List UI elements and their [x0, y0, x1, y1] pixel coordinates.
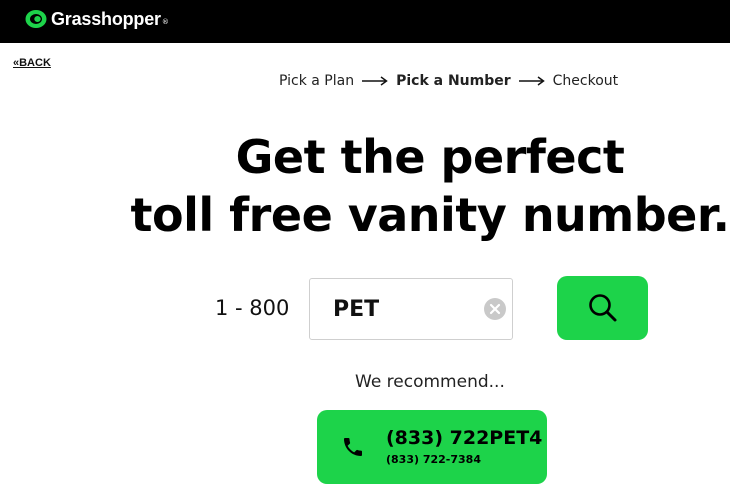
- vanity-number: (833) 722PET4: [386, 427, 543, 449]
- recommended-number-button[interactable]: (833) 722PET4 (833) 722-7384: [317, 410, 547, 484]
- long-arrow-right-icon: [518, 76, 545, 86]
- grasshopper-logo[interactable]: Grasshopper ®: [24, 8, 169, 30]
- back-link[interactable]: «BACK: [13, 57, 51, 69]
- logo-text: Grasshopper: [51, 8, 161, 29]
- step-pick-a-plan: Pick a Plan: [279, 73, 355, 89]
- page-headline: Get the perfect toll free vanity number.: [120, 128, 730, 244]
- toll-free-prefix: 1 - 800: [215, 296, 290, 320]
- checkout-progress-steps: Pick a Plan Pick a Number Checkout: [0, 73, 730, 89]
- headline-line-2: toll free vanity number.: [130, 188, 730, 242]
- vanity-search-box: [309, 278, 513, 340]
- long-arrow-right-icon: [362, 76, 388, 86]
- phone-icon: [344, 438, 362, 456]
- numeric-number: (833) 722-7384: [386, 453, 481, 466]
- search-button[interactable]: [557, 276, 648, 340]
- top-header-bar: Grasshopper ®: [0, 0, 730, 43]
- search-icon: [588, 294, 616, 322]
- trademark-symbol: ®: [161, 18, 169, 26]
- vanity-search-input[interactable]: [310, 279, 480, 339]
- grasshopper-logo-icon: [25, 10, 47, 28]
- headline-line-1: Get the perfect: [235, 130, 625, 184]
- step-pick-a-number: Pick a Number: [396, 73, 511, 89]
- clear-x-icon[interactable]: [484, 298, 506, 320]
- recommend-label: We recommend...: [355, 372, 505, 392]
- step-checkout: Checkout: [552, 73, 619, 89]
